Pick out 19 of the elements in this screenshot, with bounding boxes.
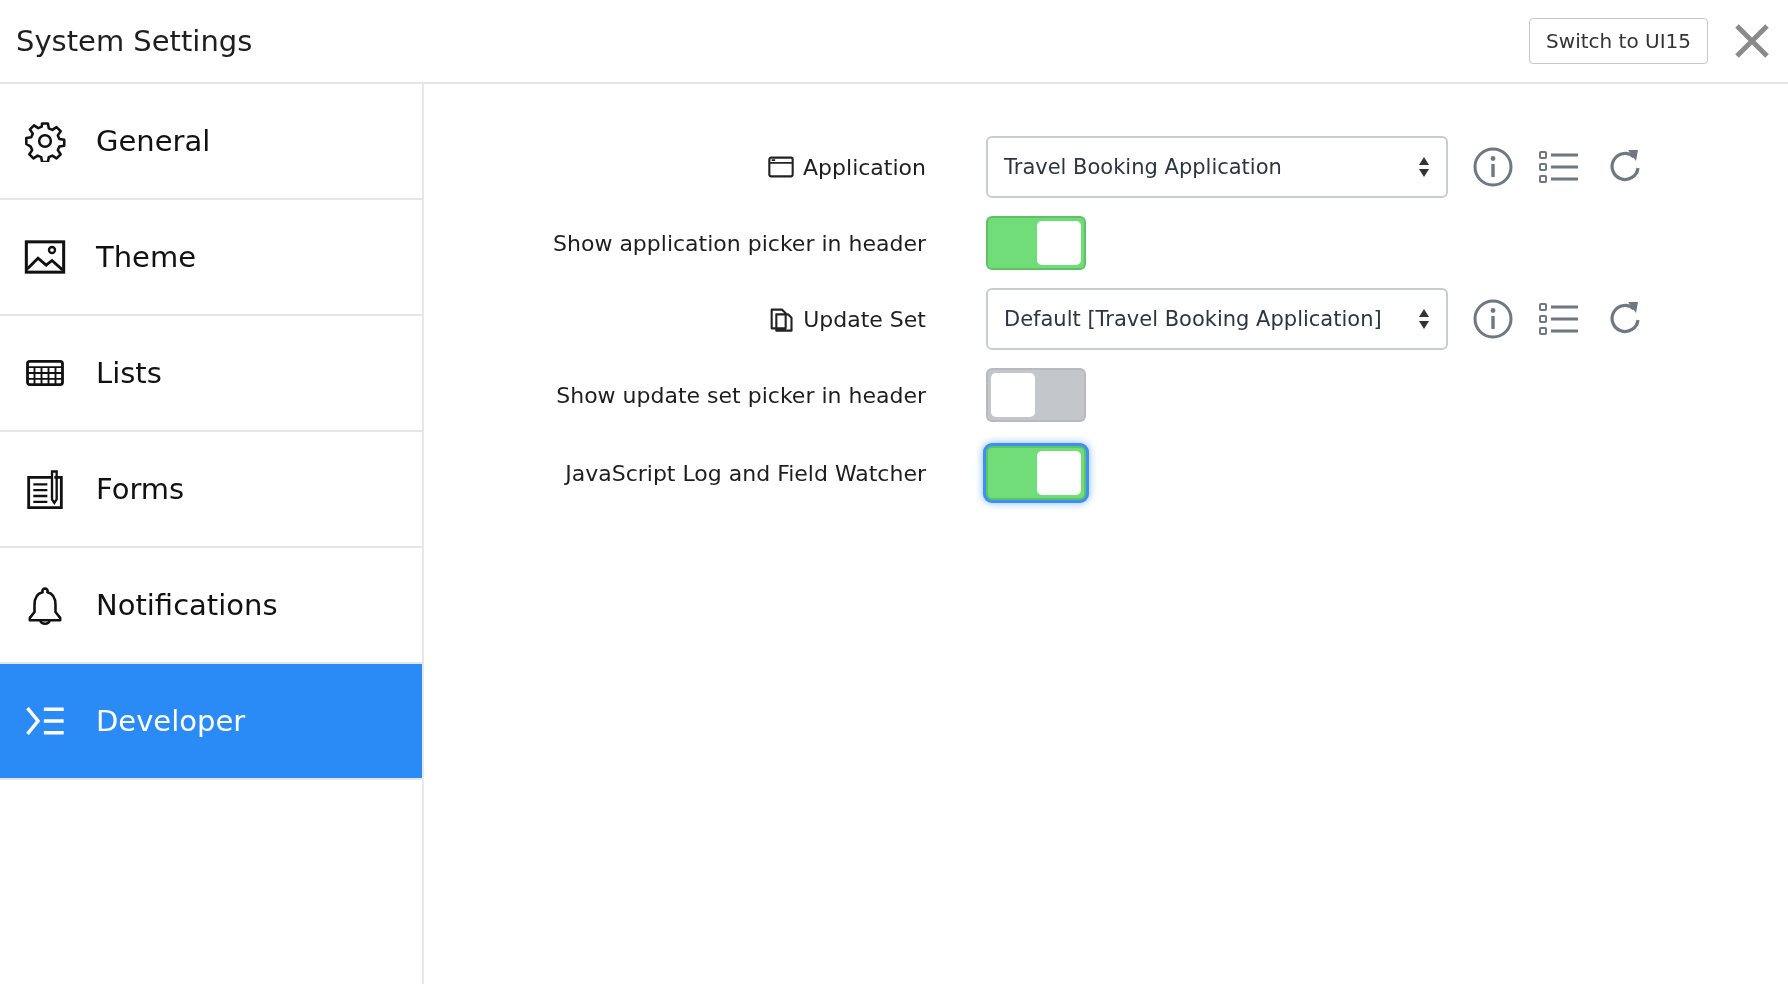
sidebar-label: Lists [96, 356, 162, 390]
setting-label: Show update set picker in header [556, 382, 926, 408]
sidebar-item[interactable]: Theme [0, 200, 422, 316]
switch-ui-button[interactable]: Switch to UI15 [1529, 18, 1708, 64]
window-title: System Settings [16, 24, 254, 58]
sidebar-label: Forms [96, 472, 185, 506]
sidebar-label: Theme [96, 240, 197, 274]
setting-label: Show application picker in header [553, 230, 926, 256]
setting-label: JavaScript Log and Field Watcher [565, 460, 926, 486]
select-field[interactable]: Travel Booking Application [986, 136, 1448, 198]
select-field[interactable]: Default [Travel Booking Application] [986, 288, 1448, 350]
sidebar-item[interactable]: Lists [0, 316, 422, 432]
sidebar-item[interactable]: General [0, 84, 422, 200]
sidebar-label: Developer [96, 704, 246, 738]
setting-label: Application [803, 154, 926, 180]
sidebar-label: General [96, 124, 211, 158]
setting-label: Update Set [803, 306, 926, 332]
sidebar-item[interactable]: Forms [0, 432, 422, 548]
sidebar-label: Notifications [96, 588, 278, 622]
